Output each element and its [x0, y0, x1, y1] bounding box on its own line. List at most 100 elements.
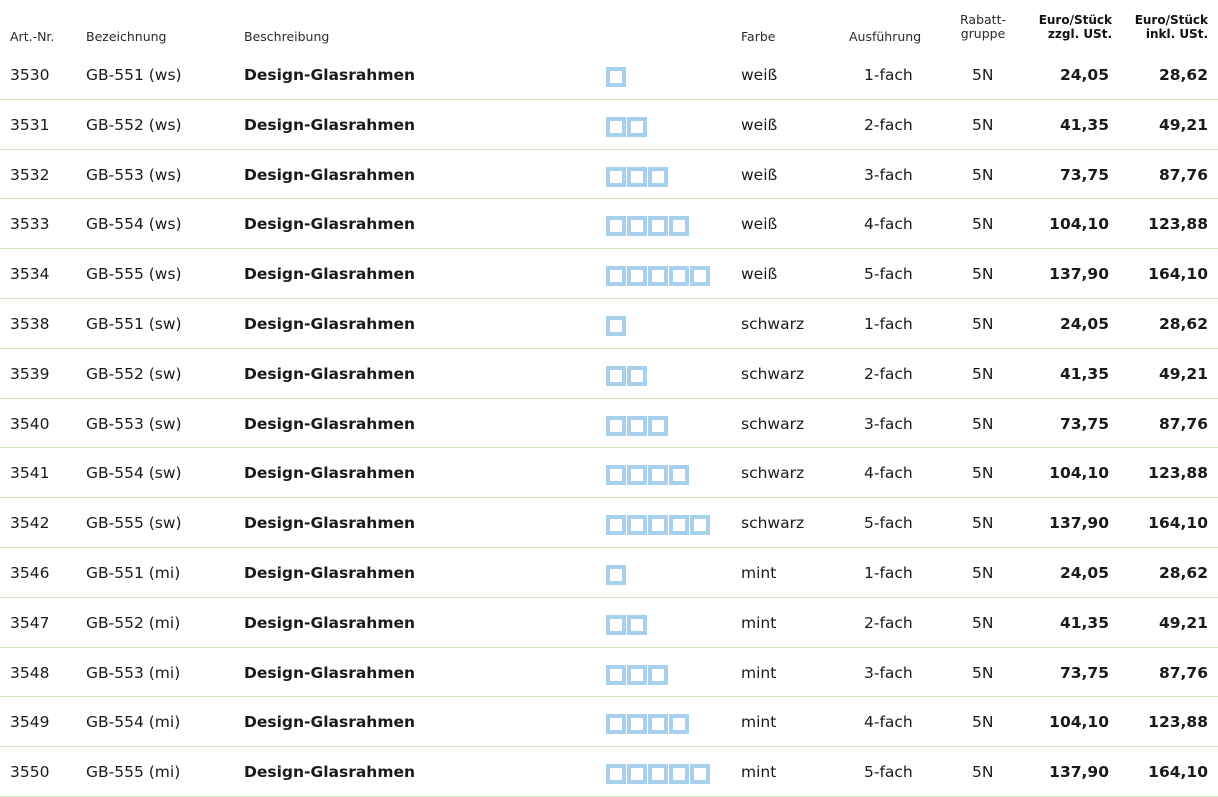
- color-name: schwarz: [741, 414, 805, 433]
- gang-count: 4-fach: [864, 215, 913, 234]
- frame-square-icon: [606, 564, 626, 585]
- header-price-excl-vat: Euro/Stück zzgl. USt.: [1028, 13, 1112, 41]
- product-description: Design-Glasrahmen: [244, 414, 416, 433]
- frame-square-icon: [669, 714, 689, 735]
- color-name: weiß: [741, 265, 778, 284]
- product-description: Design-Glasrahmen: [244, 364, 416, 383]
- gang-count: 2-fach: [864, 115, 913, 134]
- discount-group: 5N: [972, 464, 994, 483]
- table-row: 3533 GB-554 (ws) Design-Glasrahmen weiß 4-fa…: [0, 199, 1218, 250]
- product-description: Design-Glasrahmen: [244, 713, 416, 732]
- header-rabattgruppe-line2: gruppe: [960, 26, 1006, 41]
- frame-square-icon: [606, 764, 626, 785]
- frame-square-icon: [690, 764, 710, 785]
- color-name: mint: [741, 663, 777, 682]
- discount-group: 5N: [972, 563, 994, 582]
- product-description: Design-Glasrahmen: [244, 763, 416, 782]
- frame-square-icon: [627, 116, 647, 137]
- product-code: GB-551 (mi): [86, 563, 181, 582]
- table-row: 3539 GB-552 (sw) Design-Glasrahmen schwarz 2…: [0, 349, 1218, 399]
- frame-square-icon: [648, 764, 668, 785]
- color-name: schwarz: [741, 364, 805, 383]
- frame-square-icon: [669, 216, 689, 237]
- product-description: Design-Glasrahmen: [244, 314, 416, 333]
- gang-count: 1-fach: [864, 314, 913, 333]
- frame-square-icon: [606, 664, 626, 685]
- table-row: 3546 GB-551 (mi) Design-Glasrahmen mint 1-fa…: [0, 548, 1218, 598]
- gang-count: 1-fach: [864, 563, 913, 582]
- discount-group: 5N: [972, 215, 994, 234]
- price-excl-vat: 41,35: [1059, 364, 1109, 383]
- product-description: Design-Glasrahmen: [244, 215, 416, 234]
- product-description: Design-Glasrahmen: [244, 464, 416, 483]
- header-bezeichnung: Bezeichnung: [86, 29, 167, 44]
- glass-frame-1-icon: [606, 564, 626, 585]
- frame-square-icon: [606, 465, 626, 486]
- product-code: GB-553 (ws): [86, 165, 182, 184]
- color-name: weiß: [741, 215, 778, 234]
- price-excl-vat: 73,75: [1059, 414, 1109, 433]
- color-name: weiß: [741, 165, 778, 184]
- article-number: 3542: [10, 514, 50, 533]
- table-row: 3540 GB-553 (sw) Design-Glasrahmen schwarz 3…: [0, 399, 1218, 449]
- gang-count: 1-fach: [864, 66, 913, 84]
- article-number: 3534: [10, 265, 50, 284]
- glass-frame-1-icon: [606, 67, 626, 87]
- frame-square-icon: [669, 465, 689, 486]
- glass-frame-4-icon: [606, 714, 689, 735]
- article-number: 3533: [10, 215, 50, 234]
- product-description: Design-Glasrahmen: [244, 514, 416, 533]
- glass-frame-3-icon: [606, 664, 668, 685]
- frame-square-icon: [648, 415, 668, 436]
- table-row: 3534 GB-555 (ws) Design-Glasrahmen weiß 5-fa…: [0, 249, 1218, 299]
- frame-square-icon: [648, 714, 668, 735]
- frame-square-icon: [648, 515, 668, 536]
- article-number: 3530: [10, 66, 50, 84]
- frame-square-icon: [669, 515, 689, 536]
- price-incl-vat: 28,62: [1158, 563, 1208, 582]
- table-row: 3542 GB-555 (sw) Design-Glasrahmen schwarz 5…: [0, 498, 1218, 548]
- frame-square-icon: [606, 415, 626, 436]
- price-list: Art.-Nr. Bezeichnung Beschreibung Farbe …: [0, 0, 1218, 797]
- price-incl-vat: 164,10: [1148, 265, 1208, 284]
- article-number: 3540: [10, 414, 50, 433]
- gang-count: 4-fach: [864, 464, 913, 483]
- price-excl-vat: 137,90: [1049, 265, 1109, 284]
- discount-group: 5N: [972, 314, 994, 333]
- table-row: 3550 GB-555 (mi) Design-Glasrahmen mint 5-fa…: [0, 747, 1218, 797]
- glass-frame-5-icon: [606, 266, 710, 287]
- header-art-nr: Art.-Nr.: [10, 29, 55, 44]
- table-row: 3532 GB-553 (ws) Design-Glasrahmen weiß 3-fa…: [0, 150, 1218, 200]
- glass-frame-2-icon: [606, 365, 647, 386]
- price-excl-vat: 137,90: [1049, 763, 1109, 782]
- product-description: Design-Glasrahmen: [244, 66, 416, 84]
- discount-group: 5N: [972, 613, 994, 632]
- price-excl-vat: 41,35: [1059, 115, 1109, 134]
- frame-square-icon: [648, 216, 668, 237]
- frame-square-icon: [648, 465, 668, 486]
- product-code: GB-555 (mi): [86, 763, 181, 782]
- product-description: Design-Glasrahmen: [244, 563, 416, 582]
- price-excl-vat: 137,90: [1049, 514, 1109, 533]
- price-excl-vat: 104,10: [1049, 713, 1109, 732]
- price-incl-vat: 87,76: [1158, 165, 1208, 184]
- color-name: mint: [741, 613, 777, 632]
- product-code: GB-554 (ws): [86, 215, 182, 234]
- gang-count: 2-fach: [864, 613, 913, 632]
- price-incl-vat: 164,10: [1148, 763, 1208, 782]
- frame-square-icon: [648, 266, 668, 287]
- header-price-incl-vat-line1: Euro/Stück: [1134, 13, 1208, 27]
- discount-group: 5N: [972, 663, 994, 682]
- glass-frame-4-icon: [606, 465, 689, 486]
- frame-square-icon: [606, 614, 626, 635]
- header-price-incl-vat-line2: inkl. USt.: [1145, 27, 1208, 41]
- product-code: GB-555 (sw): [86, 514, 182, 533]
- frame-square-icon: [627, 365, 647, 386]
- discount-group: 5N: [972, 514, 994, 533]
- color-name: mint: [741, 763, 777, 782]
- color-name: mint: [741, 713, 777, 732]
- article-number: 3548: [10, 663, 50, 682]
- price-excl-vat: 104,10: [1049, 464, 1109, 483]
- product-code: GB-551 (sw): [86, 314, 182, 333]
- glass-frame-1-icon: [606, 315, 626, 336]
